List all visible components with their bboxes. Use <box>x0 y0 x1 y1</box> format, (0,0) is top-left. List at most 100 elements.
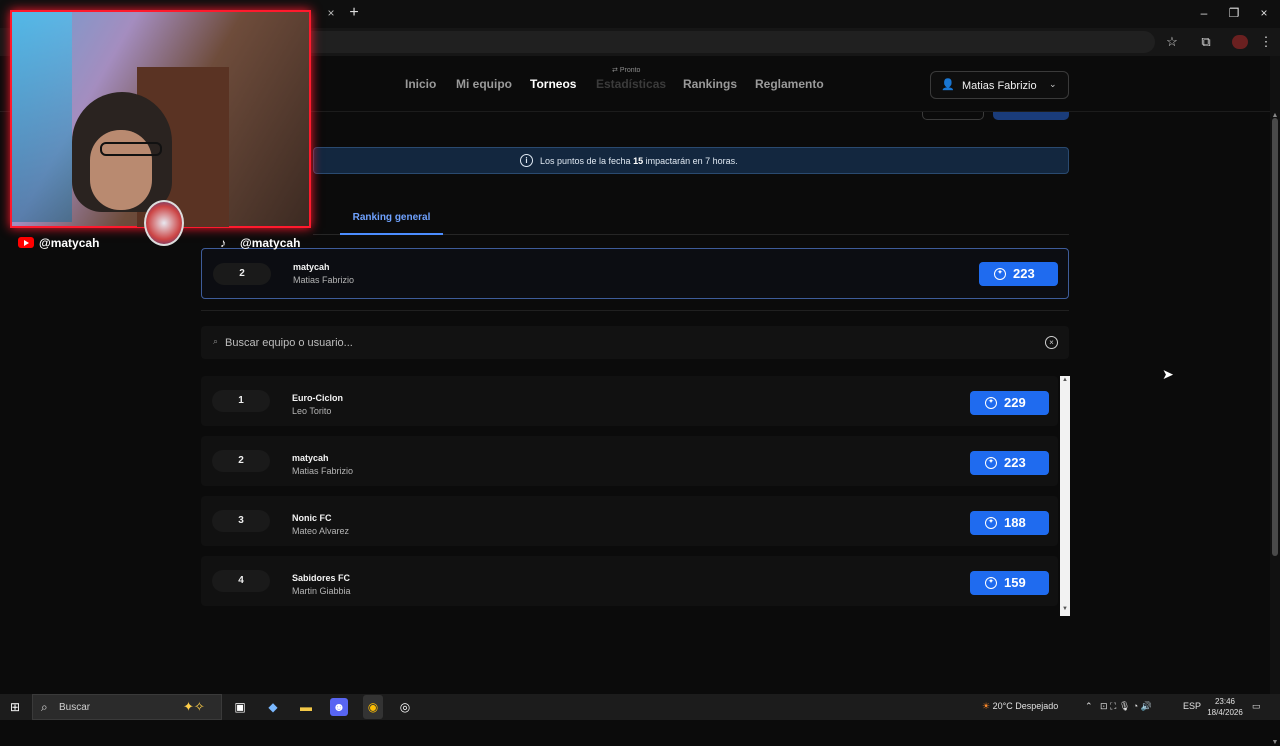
nav-inicio[interactable]: Inicio <box>405 77 436 91</box>
windows-start-icon[interactable]: ⊞ <box>8 700 22 714</box>
list-item[interactable]: 2 matycah Matias Fabrizio ✦ 223 <box>201 436 1058 486</box>
taskbar-search[interactable]: ⌕ Buscar ✦✧ <box>32 694 222 720</box>
bookmark-star-icon[interactable]: ☆ <box>1162 32 1182 52</box>
task-view-icon[interactable]: ▣ <box>231 698 249 716</box>
youtube-handle: @matycah <box>18 236 99 250</box>
info-banner-text: Los puntos de la fecha 15 impactarán en … <box>540 156 738 166</box>
points-value: 223 <box>1004 455 1026 470</box>
profile-avatar[interactable] <box>1232 35 1248 49</box>
points-value: 159 <box>1004 575 1026 590</box>
youtube-icon <box>18 237 34 248</box>
user-name: Matias Fabrizio <box>293 275 355 285</box>
browser-menu-icon[interactable]: ⋮ <box>1256 32 1276 52</box>
position-pill: 3 <box>212 510 270 532</box>
tiktok-handle: ♪ @matycah <box>220 236 301 250</box>
points-button[interactable]: ✦ 223 <box>970 451 1049 475</box>
list-item[interactable]: 3 Nonic FC Mateo Alvarez ✦ 188 <box>201 496 1058 546</box>
omnibox[interactable] <box>300 31 1155 53</box>
streamer-glasses <box>100 142 162 156</box>
search-input[interactable] <box>225 333 1025 353</box>
user-name: Martin Giabbia <box>292 586 351 596</box>
webcam-overlay <box>10 10 311 228</box>
tab-close-icon[interactable]: × <box>324 6 338 20</box>
tray-icons[interactable]: ⊡ ⛶ 🎙 ◔ 🔊 <box>1100 701 1152 712</box>
nav-torneos[interactable]: Torneos <box>530 77 576 91</box>
scroll-down-icon[interactable]: ▼ <box>1062 606 1068 612</box>
led-light <box>12 12 72 222</box>
window-close-icon[interactable]: × <box>1254 5 1274 21</box>
ball-icon: ✦ <box>994 268 1006 280</box>
extensions-icon[interactable]: ⧉ <box>1196 32 1216 52</box>
scroll-up-icon[interactable]: ▲ <box>1062 377 1068 383</box>
clock-time: 23:46 <box>1214 697 1236 706</box>
user-name: Matias Fabrizio <box>292 466 354 476</box>
team-name: Sabidores FC <box>292 573 351 583</box>
my-ranking-card: 2 matycah Matias Fabrizio ✦ 223 <box>201 248 1069 299</box>
points-button[interactable]: ✦ 229 <box>970 391 1049 415</box>
mouse-cursor-icon: ➤ <box>1162 366 1174 382</box>
tab-ranking-general[interactable]: Ranking general <box>340 208 443 235</box>
list-scrollbar[interactable]: ▲ ▼ <box>1060 376 1070 616</box>
position-pill: 2 <box>212 450 270 472</box>
discord-icon[interactable]: ☻ <box>330 698 348 716</box>
points-button[interactable]: ✦ 159 <box>970 571 1049 595</box>
points-value: 223 <box>1013 266 1035 281</box>
search-bar: ⌕ × <box>201 326 1069 359</box>
new-tab-button[interactable]: + <box>346 4 362 22</box>
language-indicator[interactable]: ESP <box>1183 701 1201 711</box>
nav-rankings[interactable]: Rankings <box>683 77 737 91</box>
user-menu-button[interactable]: 👤 Matias Fabrizio ⌄ <box>930 71 1069 99</box>
position-pill: 4 <box>212 570 270 592</box>
list-item[interactable]: 1 Euro-Ciclon Leo Torito ✦ 229 <box>201 376 1058 426</box>
tiktok-icon: ♪ <box>220 236 226 250</box>
weather-icon: ☀ <box>982 701 991 711</box>
nav-estadisticas: Estadísticas <box>596 77 667 91</box>
points-value: 188 <box>1004 515 1026 530</box>
team-name: Nonic FC <box>292 513 332 523</box>
ranking-list: 1 Euro-Ciclon Leo Torito ✦ 229 2 matycah… <box>201 376 1070 616</box>
scroll-down-icon[interactable]: ▼ <box>1271 739 1279 746</box>
ball-icon: ✦ <box>985 577 997 589</box>
weather-widget[interactable]: ☀ 20°C Despejado <box>982 701 1058 712</box>
restore-icon[interactable]: ❐ <box>1224 5 1244 21</box>
info-banner: i Los puntos de la fecha 15 impactarán e… <box>313 147 1069 174</box>
channel-logo <box>144 200 184 246</box>
obs-icon[interactable]: ◎ <box>396 698 414 716</box>
points-button[interactable]: ✦ 223 <box>979 262 1058 286</box>
position-pill: 2 <box>213 263 271 285</box>
primary-action-button[interactable] <box>993 112 1069 120</box>
notifications-icon[interactable]: ▭ <box>1252 701 1261 712</box>
clear-search-icon[interactable]: × <box>1045 336 1058 349</box>
page-scrollbar[interactable]: ▲ ▼ <box>1270 56 1280 746</box>
search-icon: ⌕ <box>41 700 48 714</box>
secondary-action-button[interactable] <box>922 112 984 120</box>
chevron-down-icon: ⌄ <box>1049 79 1057 89</box>
chrome-icon[interactable]: ◉ <box>364 698 382 716</box>
points-value: 229 <box>1004 395 1026 410</box>
position-pill: 1 <box>212 390 270 412</box>
scrollbar-thumb[interactable] <box>1272 118 1278 556</box>
ball-icon: ✦ <box>985 517 997 529</box>
info-icon: i <box>520 154 533 167</box>
file-explorer-icon[interactable]: ▬ <box>297 698 315 716</box>
taskbar-search-label: Buscar <box>59 702 91 713</box>
section-divider <box>201 310 1069 311</box>
team-name: matycah <box>292 453 329 463</box>
ball-icon: ✦ <box>985 397 997 409</box>
nav-mi-equipo[interactable]: Mi equipo <box>456 77 512 91</box>
user-icon: 👤 <box>941 79 955 91</box>
copilot-icon[interactable]: ◆ <box>264 698 282 716</box>
taskbar-clock[interactable]: 23:46 18/4/2026 <box>1203 696 1247 718</box>
copilot-sparkle-icon: ✦✧ <box>183 699 205 714</box>
list-item[interactable]: 4 Sabidores FC Martin Giabbia ✦ 159 <box>201 556 1058 606</box>
user-name: Matias Fabrizio <box>962 80 1037 92</box>
team-name: matycah <box>293 262 330 272</box>
nav-reglamento[interactable]: Reglamento <box>755 77 824 91</box>
minimize-icon[interactable]: – <box>1194 5 1214 21</box>
user-name: Mateo Alvarez <box>292 526 350 536</box>
ball-icon: ✦ <box>985 457 997 469</box>
tray-overflow-icon[interactable]: ⌃ <box>1085 701 1093 712</box>
points-button[interactable]: ✦ 188 <box>970 511 1049 535</box>
search-icon: ⌕ <box>212 336 219 346</box>
windows-taskbar: ⊞ ⌕ Buscar ✦✧ ▣ ◆ ▬ ☻ ◉ ◎ ☀ 20°C Despeja… <box>0 694 1280 720</box>
